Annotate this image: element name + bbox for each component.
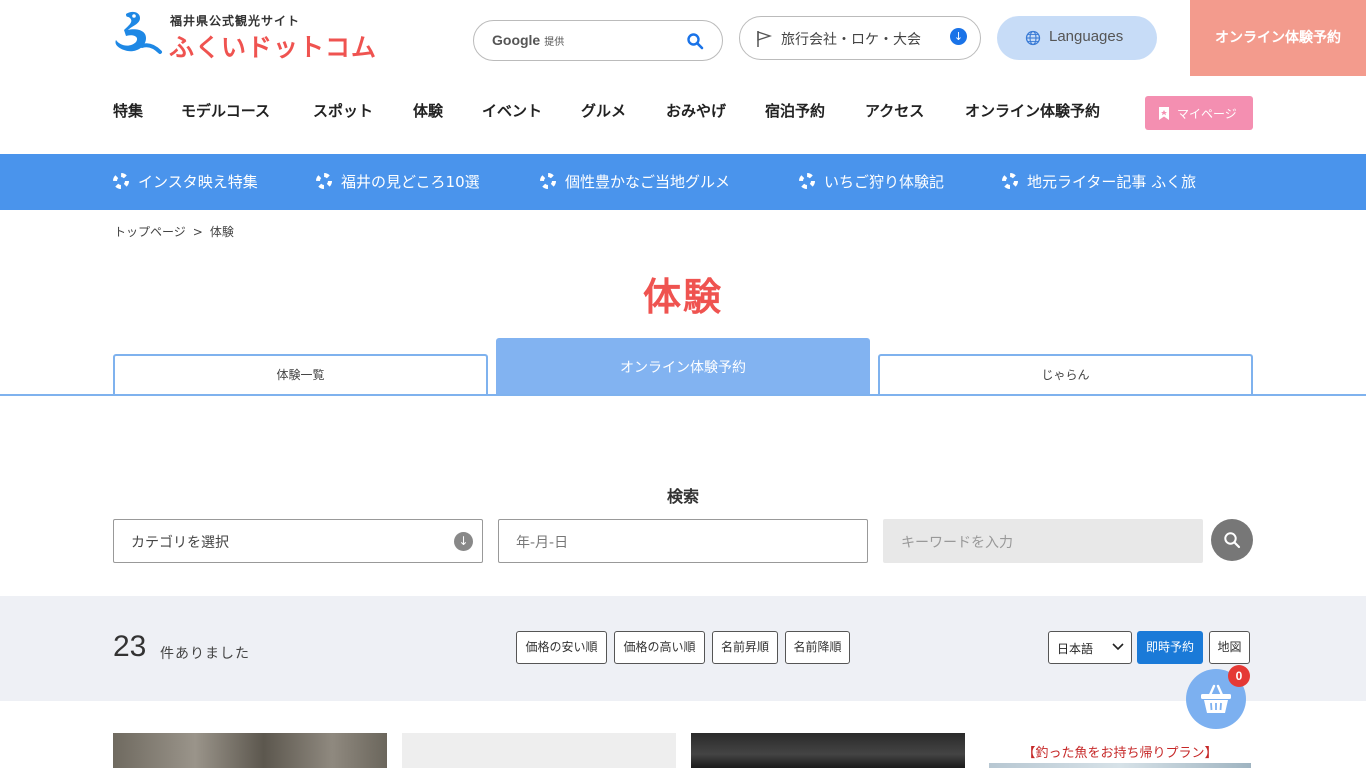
map-button[interactable]: 地図 bbox=[1209, 631, 1250, 664]
tab-jalan[interactable]: じゃらん bbox=[878, 354, 1253, 395]
search-submit-button[interactable] bbox=[1211, 519, 1253, 561]
experience-card[interactable]: 【釣った魚をお持ち帰りプラン】 bbox=[989, 733, 1251, 768]
mypage-button[interactable]: マイページ bbox=[1145, 96, 1253, 130]
instant-booking-button[interactable]: 即時予約 bbox=[1137, 631, 1203, 664]
nav-item-experience[interactable]: 体験 bbox=[413, 100, 443, 121]
experience-card-image[interactable] bbox=[691, 733, 965, 768]
feature-label: 地元ライター記事 ふく旅 bbox=[1027, 173, 1197, 191]
feature-link-local-gourmet[interactable]: 個性豊かなご当地グルメ bbox=[540, 171, 730, 192]
nav-item-online-booking[interactable]: オンライン体験予約 bbox=[965, 100, 1100, 121]
experience-card-image bbox=[989, 763, 1251, 768]
mypage-label: マイページ bbox=[1177, 107, 1237, 121]
sort-name-asc-button[interactable]: 名前昇順 bbox=[712, 631, 778, 664]
languages-label: Languages bbox=[1049, 28, 1124, 45]
feature-label: 個性豊かなご当地グルメ bbox=[565, 173, 731, 191]
logo-title: ふくいドットコム bbox=[169, 33, 378, 62]
keyword-input-placeholder: キーワードを入力 bbox=[901, 535, 1013, 551]
site-logo[interactable]: 福井県公式観光サイト ふくいドットコム bbox=[112, 8, 382, 62]
sort-price-desc-button[interactable]: 価格の高い順 bbox=[614, 631, 705, 664]
feature-label: インスタ映え特集 bbox=[138, 173, 258, 191]
tab-online-booking[interactable]: オンライン体験予約 bbox=[496, 338, 870, 395]
language-select-value: 日本語 bbox=[1057, 642, 1094, 656]
date-input-placeholder: 年-月-日 bbox=[516, 535, 569, 551]
feature-link-insta[interactable]: インスタ映え特集 bbox=[113, 171, 258, 192]
breadcrumb-current: 体験 bbox=[209, 225, 234, 239]
language-select[interactable]: 日本語 bbox=[1048, 631, 1132, 664]
nav-item-lodging[interactable]: 宿泊予約 bbox=[765, 100, 825, 121]
tab-divider bbox=[0, 394, 1366, 396]
category-select-value: カテゴリを選択 bbox=[131, 535, 229, 551]
category-select[interactable]: カテゴリを選択 ↓ bbox=[113, 519, 483, 563]
bookmark-icon bbox=[1159, 107, 1169, 120]
feature-link-top10[interactable]: 福井の見どころ10選 bbox=[316, 171, 480, 192]
arrow-down-icon: ↓ bbox=[950, 28, 967, 45]
logo-subtitle: 福井県公式観光サイト bbox=[170, 14, 301, 28]
feature-bar: インスタ映え特集 福井の見どころ10選 個性豊かなご当地グルメ いちご狩り体験記… bbox=[0, 154, 1366, 210]
nav-item-gourmet[interactable]: グルメ bbox=[581, 100, 626, 121]
flag-icon bbox=[757, 31, 772, 47]
search-provider-suffix: 提供 bbox=[544, 37, 565, 48]
arrow-down-icon: ↓ bbox=[454, 532, 473, 551]
search-section-title: 検索 bbox=[666, 487, 699, 506]
lifebuoy-icon bbox=[316, 173, 332, 189]
cart-count-badge: 0 bbox=[1228, 665, 1250, 687]
experience-card-image[interactable] bbox=[402, 733, 676, 768]
search-icon bbox=[1224, 532, 1241, 549]
result-count: 23 bbox=[113, 630, 147, 663]
site-search-input[interactable]: Google 提供 bbox=[473, 20, 723, 61]
result-count-label: 件ありました bbox=[160, 646, 250, 662]
feature-link-fukutabi[interactable]: 地元ライター記事 ふく旅 bbox=[1002, 171, 1196, 192]
breadcrumb-separator: > bbox=[192, 225, 203, 239]
keyword-input[interactable]: キーワードを入力 bbox=[883, 519, 1203, 563]
search-provider: Google 提供 bbox=[492, 32, 564, 48]
basket-icon bbox=[1201, 684, 1231, 713]
breadcrumb-home[interactable]: トップページ bbox=[114, 225, 186, 239]
feature-label: いちご狩り体験記 bbox=[824, 173, 945, 191]
nav-item-souvenirs[interactable]: おみやげ bbox=[666, 100, 726, 121]
lifebuoy-icon bbox=[799, 173, 815, 189]
nav-item-model-course[interactable]: モデルコース bbox=[181, 100, 270, 121]
globe-icon bbox=[1025, 30, 1041, 46]
travel-agency-label: 旅行会社・ロケ・大会 bbox=[781, 32, 921, 48]
feature-label: 福井の見どころ10選 bbox=[341, 173, 480, 191]
page-title: 体験 bbox=[642, 275, 723, 319]
nav-item-features[interactable]: 特集 bbox=[113, 100, 143, 121]
online-booking-header-button[interactable]: オンライン体験予約 bbox=[1190, 0, 1366, 76]
travel-agency-button[interactable]: 旅行会社・ロケ・大会 ↓ bbox=[739, 16, 981, 60]
lifebuoy-icon bbox=[1002, 173, 1018, 189]
sort-name-desc-button[interactable]: 名前降順 bbox=[785, 631, 850, 664]
breadcrumb: トップページ > 体験 bbox=[114, 223, 234, 240]
nav-item-events[interactable]: イベント bbox=[482, 100, 542, 121]
feature-link-strawberry[interactable]: いちご狩り体験記 bbox=[799, 171, 944, 192]
site-header: 福井県公式観光サイト ふくいドットコム Google 提供 旅行会社・ロケ・大会 … bbox=[0, 0, 1366, 154]
search-provider-name: Google bbox=[492, 32, 541, 48]
sort-price-asc-button[interactable]: 価格の安い順 bbox=[516, 631, 607, 664]
search-icon[interactable] bbox=[686, 32, 704, 50]
experience-card-image[interactable] bbox=[113, 733, 387, 768]
tab-experience-list[interactable]: 体験一覧 bbox=[113, 354, 488, 395]
card-promo-text: 【釣った魚をお持ち帰りプラン】 bbox=[1022, 746, 1218, 761]
logo-mascot-icon bbox=[115, 11, 162, 54]
lifebuoy-icon bbox=[113, 173, 129, 189]
nav-item-spots[interactable]: スポット bbox=[313, 100, 373, 121]
languages-button[interactable]: Languages bbox=[997, 16, 1157, 60]
lifebuoy-icon bbox=[540, 173, 556, 189]
nav-item-access[interactable]: アクセス bbox=[865, 100, 924, 121]
date-input[interactable]: 年-月-日 bbox=[498, 519, 868, 563]
chevron-down-icon bbox=[1112, 643, 1124, 651]
